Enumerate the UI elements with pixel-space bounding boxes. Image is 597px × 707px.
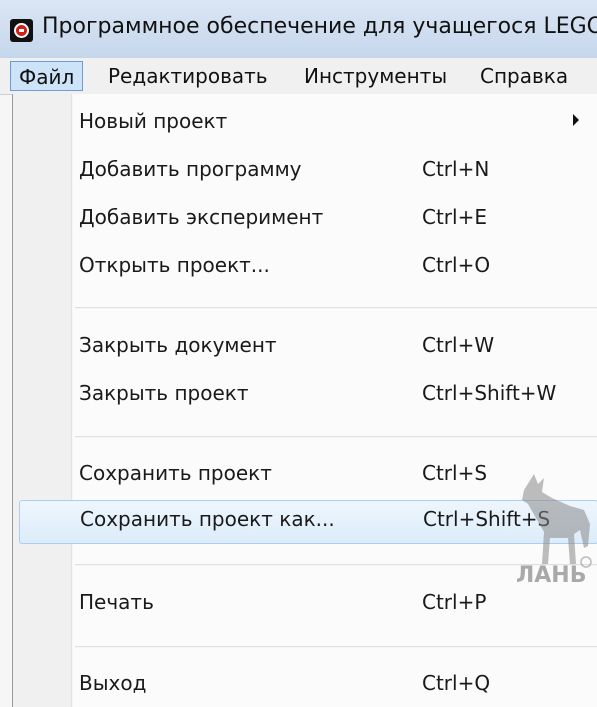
file-dropdown-menu: Новый проект Добавить программу Ctrl+N Д… [12,94,597,707]
menu-item-label: Добавить эксперимент [79,205,324,229]
submenu-arrow-icon [573,114,579,126]
menu-item-label: Открыть проект... [79,253,270,277]
menu-edit[interactable]: Редактировать [102,61,274,91]
menu-item-label: Сохранить проект как... [80,507,335,531]
menu-separator [75,436,597,438]
menu-item-shortcut: Ctrl+W [422,333,495,357]
title-bar: Программное обеспечение для учащегося LE… [0,0,597,59]
menu-bar: Файл Редактировать Инструменты Справка [0,58,597,95]
menu-item-label: Печать [79,590,154,614]
menu-item-shortcut: Ctrl+Shift+W [422,381,557,405]
menu-item-shortcut: Ctrl+S [422,461,488,485]
menu-separator [75,646,597,648]
application-window: Программное обеспечение для учащегося LE… [0,0,597,707]
menu-item-label: Новый проект [79,109,228,133]
menu-file[interactable]: Файл [10,61,84,91]
menu-item-add-program[interactable]: Добавить программу Ctrl+N [13,150,597,194]
window-title: Программное обеспечение для учащегося LE… [42,14,597,39]
menu-item-exit[interactable]: Выход Ctrl+Q [13,664,597,707]
menu-item-close-project[interactable]: Закрыть проект Ctrl+Shift+W [13,374,597,418]
menu-item-new-project[interactable]: Новый проект [13,102,597,146]
menu-item-save-project[interactable]: Сохранить проект Ctrl+S [13,454,597,498]
menu-item-label: Выход [79,671,147,695]
menu-item-shortcut: Ctrl+N [422,157,490,181]
menu-item-shortcut: Ctrl+O [422,253,491,277]
menu-item-label: Добавить программу [79,157,302,181]
menu-tools[interactable]: Инструменты [298,61,453,91]
watermark-text: ЛАНЬ [516,563,587,588]
menu-item-label: Закрыть документ [79,333,277,357]
menu-item-close-document[interactable]: Закрыть документ Ctrl+W [13,326,597,370]
app-icon[interactable] [10,19,33,42]
menu-item-print[interactable]: Печать Ctrl+P [13,583,597,627]
menu-separator [75,307,597,309]
menu-item-label: Сохранить проект [79,461,272,485]
menu-help[interactable]: Справка [474,61,574,91]
menu-item-shortcut: Ctrl+E [422,205,487,229]
menu-item-add-experiment[interactable]: Добавить эксперимент Ctrl+E [13,198,597,242]
menu-item-shortcut: Ctrl+P [422,590,487,614]
menu-item-save-project-as[interactable]: Сохранить проект как... Ctrl+Shift+S [19,500,597,544]
menu-item-shortcut: Ctrl+Q [422,671,491,695]
menu-item-label: Закрыть проект [79,381,249,405]
menu-item-open-project[interactable]: Открыть проект... Ctrl+O [13,246,597,290]
